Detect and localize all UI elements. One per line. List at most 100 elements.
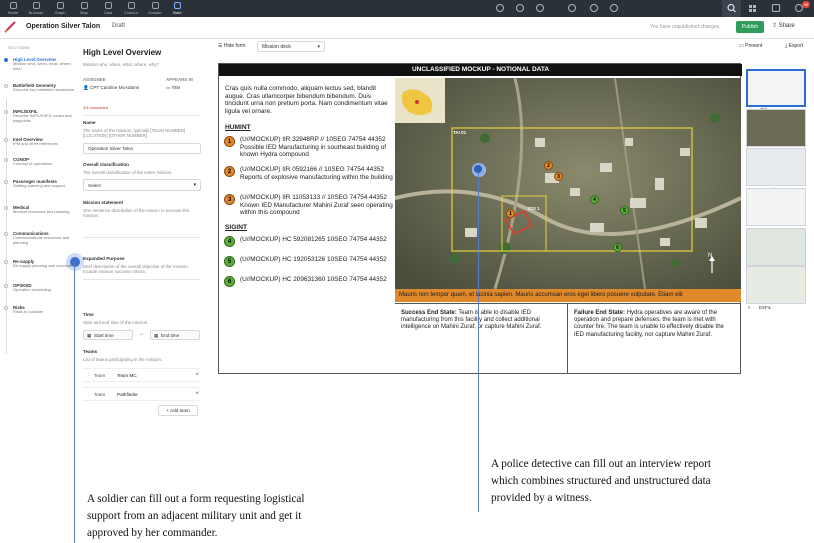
humint-report: (U//MOCKUP) IIR 32948RP // 10SEG 74754 4… — [240, 136, 387, 159]
team-row[interactable]: ⋮ Team Team MC × — [83, 368, 201, 382]
sections-heading: SECTIONS — [8, 45, 31, 50]
cdi-label: CDI 1 — [528, 206, 540, 211]
draft-status: Draft — [112, 23, 126, 29]
nav-map[interactable]: Map — [74, 2, 94, 15]
slide-canvas[interactable]: UNCLASSIFIED MOCKUP - NOTIONAL DATA Cras… — [218, 63, 742, 374]
marker-number: 2 — [224, 166, 235, 177]
map-marker[interactable]: 3 — [554, 172, 563, 181]
name-input[interactable]: Operation Silver Talon — [83, 143, 201, 154]
slide-thumbnail[interactable]: 3Resupply — [746, 148, 806, 192]
slate-logo-icon — [4, 21, 16, 33]
arrow-right-icon: → — [138, 331, 144, 337]
deck-toolbar: ☰ Hide form Mission deck ▾ ▭ Present ⤓ Ex… — [212, 39, 812, 55]
intro-text: Cras quis nulla commodo, aliquam lectus … — [225, 85, 388, 115]
section-status-icon — [4, 206, 8, 210]
slide-thumbnail[interactable]: 2CONOP — [746, 109, 806, 153]
slide-banner: Mauris non tempor quam, et lacinia sapie… — [395, 289, 741, 302]
info-icon[interactable] — [568, 4, 576, 12]
nav-gaia[interactable]: Gaia — [98, 2, 118, 15]
search-button[interactable] — [722, 0, 741, 17]
document-header: Operation Silver Talon Draft You have un… — [0, 17, 814, 39]
deck-select[interactable]: Mission deck ▾ — [257, 41, 325, 52]
map-marker[interactable]: 5 — [620, 206, 629, 215]
map-marker[interactable]: 6 — [613, 243, 622, 252]
success-end-state: Success End State: Team is able to disab… — [401, 310, 542, 331]
publish-button[interactable]: Publish — [736, 21, 764, 33]
purpose-input[interactable] — [83, 279, 201, 280]
section-status-icon — [4, 180, 8, 184]
browser-icon — [32, 2, 40, 9]
sigint-report: (U//MOCKUP) HC 209631360 10SEG 74754 443… — [240, 276, 387, 283]
name-input-value: Operation Silver Talon — [88, 146, 134, 151]
user-icon[interactable] — [772, 4, 780, 12]
apps-icon[interactable] — [610, 4, 618, 12]
sidebar-item-battlefield-geometry[interactable]: Battlefield Geometry Describe key battlef… — [4, 83, 75, 93]
dossier-icon — [151, 2, 159, 9]
present-button[interactable]: ▭ Present — [739, 43, 762, 49]
map-marker[interactable]: 4 — [590, 195, 599, 204]
humint-report: (U//MOCKUP) IIR 0592166 // 10SEG 74754 4… — [240, 166, 393, 181]
document-title[interactable]: Operation Silver Talon — [26, 23, 100, 30]
team-row[interactable]: ⋮ Team Pathfinder × — [83, 387, 201, 401]
map-marker[interactable]: 1 — [506, 209, 515, 218]
nav-contour[interactable]: Contour — [121, 2, 141, 15]
nav-slate[interactable]: Slate — [167, 2, 187, 15]
nav-browser[interactable]: Browser — [26, 2, 46, 15]
satellite-map[interactable]: TAI 01 CDI 1 N 123456 — [395, 78, 741, 289]
slide-thumbnail[interactable]: 5INFIL — [746, 228, 806, 272]
marker-number: 6 — [224, 276, 235, 287]
sidebar-item-passenger-manifests[interactable]: Passenger manifests Staffing planning and… — [4, 179, 75, 189]
sidebar-item-opsked[interactable]: OPSKED Operation scheduling — [4, 283, 75, 293]
map-marker[interactable]: 2 — [544, 161, 553, 170]
section-status-icon — [4, 58, 8, 62]
end-time-button[interactable]: ▦ End time — [150, 330, 200, 340]
sidebar-item-conop[interactable]: CONOP Concept of operations — [4, 157, 75, 167]
sidebar-item-risks[interactable]: Risks Risks to consider — [4, 305, 75, 315]
section-status-icon — [4, 110, 8, 114]
remove-icon[interactable]: × — [195, 372, 199, 378]
start-time-button[interactable]: ▦ Start time — [83, 330, 133, 340]
statement-input[interactable] — [83, 237, 201, 238]
appears-value[interactable]: ▭ Title — [166, 85, 180, 91]
sidebar-item-intel-overview[interactable]: Intel Overview IPM and other references — [4, 137, 75, 147]
teams-desc: List of teams participating in the missi… — [83, 357, 163, 362]
slide-thumbnail[interactable]: 1Title — [746, 69, 806, 112]
assignee-value[interactable]: 👤 CPT Caroline McAdams — [83, 85, 139, 91]
share-button[interactable]: ⇪ Share — [772, 22, 795, 29]
sidebar-item-medical[interactable]: Medical Medical resources and planning — [4, 205, 75, 215]
nav-home[interactable]: Home — [3, 2, 23, 15]
remove-icon[interactable]: × — [195, 391, 199, 397]
slide-thumbnail[interactable]: 6 EXFIL — [746, 266, 806, 310]
drag-handle-icon[interactable]: ⋮ — [86, 392, 91, 398]
export-button[interactable]: ⤓ Export — [785, 43, 803, 49]
add-icon[interactable] — [496, 4, 504, 12]
tai-label: TAI 01 — [453, 130, 467, 135]
time-desc: Start and end time of the mission. — [83, 320, 149, 325]
apps-grid-button[interactable] — [743, 0, 762, 17]
nav-dossier[interactable]: Dossier — [145, 2, 165, 15]
section-status-icon — [4, 260, 8, 264]
classification-select[interactable]: Select ▾ — [83, 179, 201, 191]
slate-icon — [173, 2, 181, 9]
hide-form-button[interactable]: ☰ Hide form — [218, 43, 246, 49]
slide-thumbnail[interactable]: 4Communications — [746, 188, 806, 232]
marker-number: 1 — [224, 136, 235, 147]
upload-icon[interactable] — [516, 4, 524, 12]
map-icon — [80, 2, 88, 9]
help-icon[interactable] — [590, 4, 598, 12]
section-status-icon — [4, 138, 8, 142]
purpose-desc: Brief description of the overall objecti… — [83, 264, 189, 274]
failure-end-state: Failure End State: Hydra operatives are … — [574, 310, 724, 338]
sidebar-item-high-level-overview[interactable]: High Level Overview Mission who, when, wh… — [4, 57, 75, 71]
drag-handle-icon[interactable]: ⋮ — [86, 373, 91, 379]
sidebar-item-communications[interactable]: Communications Communications resources a… — [4, 231, 75, 245]
classification-desc: The overall classification of the entire… — [83, 170, 173, 175]
unsaved-notice: You have unpublished changes — [650, 24, 720, 30]
humint-report: (U//MOCKUP) IIR 11053133 // 10SEG 74754 … — [240, 194, 393, 217]
sidebar-item-infil-exfil[interactable]: INFIL/EXFIL Describe INFIL/EXFIL routes a… — [4, 109, 75, 123]
nav-graph[interactable]: Graph — [50, 2, 70, 15]
user-icon: 👤 — [83, 85, 90, 90]
eye-icon[interactable] — [536, 4, 544, 12]
section-status-icon — [4, 306, 8, 310]
add-team-button[interactable]: + Add team — [158, 405, 198, 416]
